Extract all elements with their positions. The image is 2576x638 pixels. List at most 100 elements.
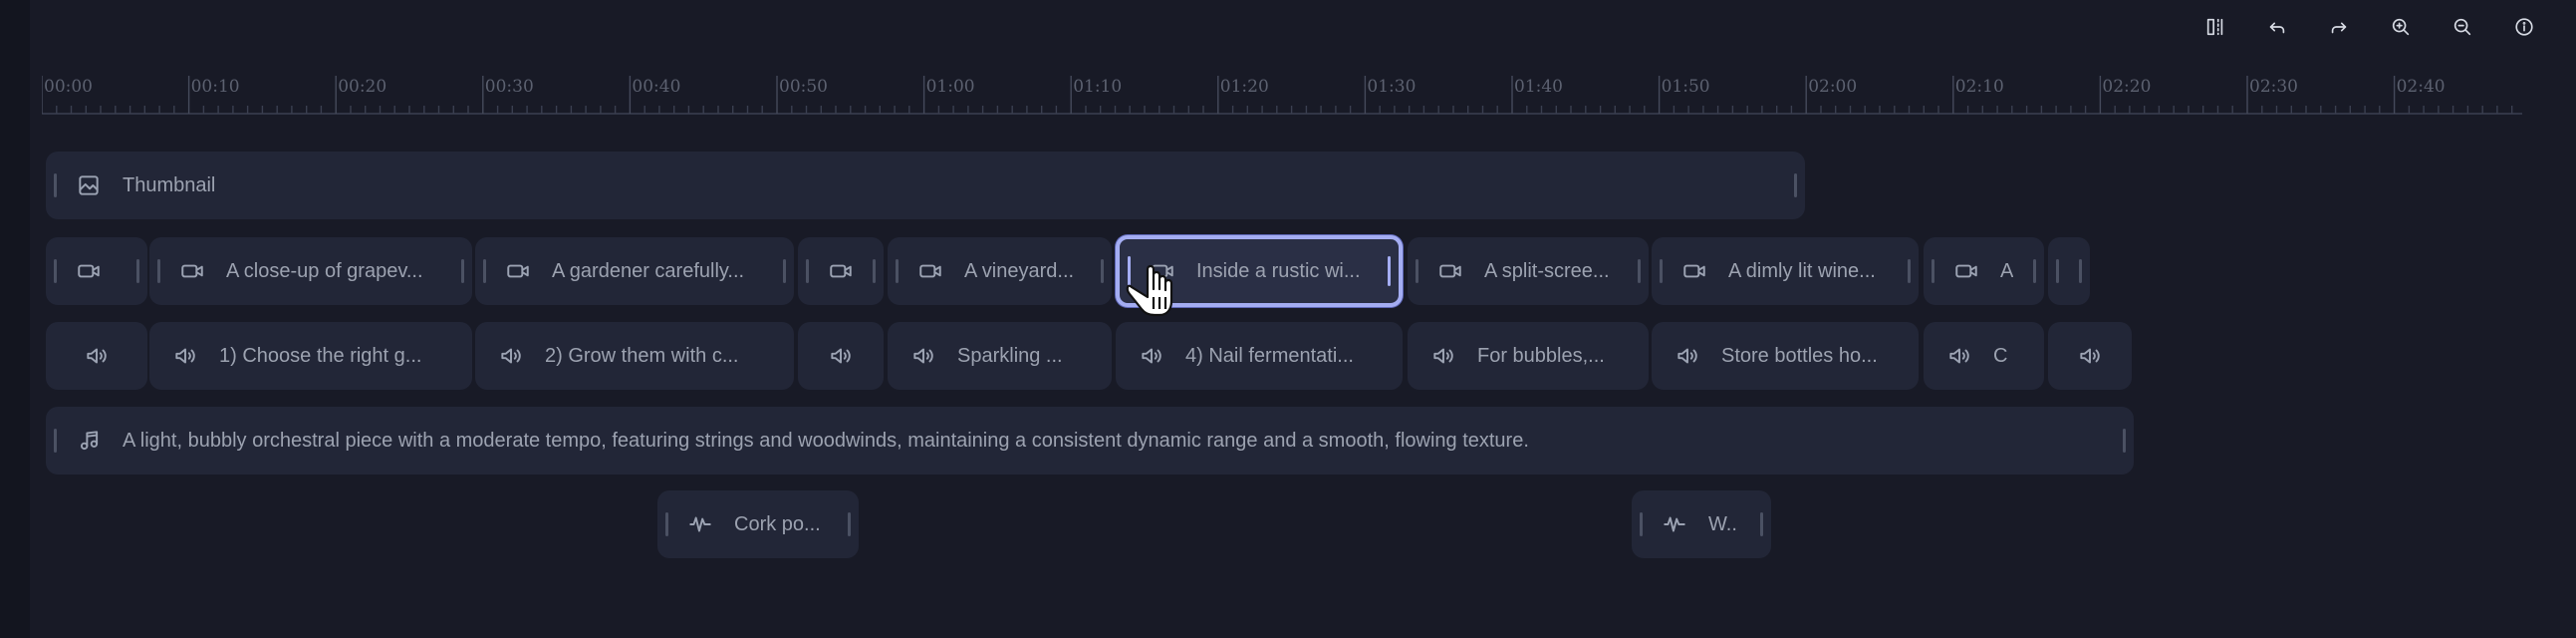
info-icon [2515,18,2533,36]
waveform-icon [686,510,714,538]
clip-handle-left[interactable] [54,429,57,453]
video-camera-icon [1680,257,1708,285]
ruler-tick-label: 00:00 [44,77,93,97]
video-camera-icon [504,257,532,285]
music-label: A light, bubbly orchestral piece with a … [123,429,1529,452]
video-clip[interactable]: A [1924,237,2044,305]
clip-handle-left[interactable] [1128,256,1131,286]
clip-handle-right[interactable] [1388,256,1391,286]
clip-label: A split-scree... [1484,259,1610,282]
clip-label: A vineyard... [964,259,1075,282]
speaker-icon [83,342,111,370]
video-clip[interactable]: A vineyard... [888,237,1112,305]
time-ruler[interactable]: 00:00 00:10 00:20 00:30 00:40 00:50 01:00 01:10… [42,72,2522,120]
speaker-icon [1945,342,1973,370]
clip-label: Inside a rustic wi... [1196,259,1361,282]
sfx-clip[interactable]: Cork po... [657,490,859,558]
clip-handle-left[interactable] [483,259,486,283]
speaker-icon [1429,342,1457,370]
clip-handle-right[interactable] [1908,259,1911,283]
clip-label: 1) Choose the right g... [219,344,422,367]
clip-handle-right[interactable] [461,259,464,283]
ruler-tick-label: 01:50 [1661,77,1710,97]
clip-label: A [2000,259,2014,282]
voiceover-clip[interactable] [2048,322,2132,390]
ruler-tick-label: 00:10 [190,77,240,97]
clip-label: W.. [1708,512,1737,535]
speaker-icon [171,342,199,370]
clip-handle-left[interactable] [896,259,899,283]
voiceover-clip[interactable] [798,322,884,390]
clip-handle-right[interactable] [2079,259,2082,283]
clip-handle-right[interactable] [1101,259,1104,283]
waveform-icon [1661,510,1688,538]
clip-handle-left[interactable] [157,259,160,283]
clip-handle-left[interactable] [1932,259,1934,283]
undo-button[interactable] [2259,10,2295,44]
split-icon [2206,18,2223,36]
clip-handle-right[interactable] [783,259,786,283]
voiceover-clip[interactable]: Store bottles ho... [1652,322,1919,390]
thumbnail-clip[interactable]: Thumbnail [46,152,1805,219]
clip-handle-left[interactable] [665,512,668,536]
clip-handle-left[interactable] [2056,259,2059,283]
split-view-button[interactable] [2197,10,2233,44]
voiceover-clip[interactable]: Sparkling ... [888,322,1112,390]
video-camera-icon [1952,257,1980,285]
speaker-icon [1138,342,1165,370]
clip-handle-right[interactable] [873,259,876,283]
speaker-icon [1674,342,1701,370]
clip-handle-left[interactable] [1640,512,1643,536]
clip-handle-right[interactable] [848,512,851,536]
voiceover-clip[interactable]: 1) Choose the right g... [149,322,472,390]
voiceover-clip[interactable]: 4) Nail fermentati... [1116,322,1403,390]
clip-handle-right[interactable] [1760,512,1763,536]
undo-icon [2269,22,2285,34]
clip-handle-right[interactable] [2033,259,2036,283]
voiceover-clip[interactable] [46,322,147,390]
zoom-out-button[interactable] [2445,10,2480,44]
clip-handle-right[interactable] [136,259,139,283]
video-clip[interactable] [2048,237,2090,305]
speaker-icon [909,342,937,370]
music-clip[interactable]: A light, bubbly orchestral piece with a … [46,407,2134,475]
clip-label: A close-up of grapev... [226,259,423,282]
video-clip[interactable]: A split-scree... [1408,237,1649,305]
timeline-toolbar [2197,10,2542,44]
voiceover-clip[interactable]: 2) Grow them with c... [475,322,794,390]
video-clip[interactable]: A dimly lit wine... [1652,237,1919,305]
clip-handle-left[interactable] [1416,259,1418,283]
voiceover-clip[interactable]: C [1924,322,2044,390]
clip-label: 4) Nail fermentati... [1185,344,1354,367]
clip-label: 2) Grow them with c... [545,344,739,367]
music-note-icon [75,427,103,455]
speaker-icon [827,342,855,370]
voiceover-clip[interactable]: For bubbles,... [1408,322,1649,390]
video-clip-selected[interactable]: Inside a rustic wi... [1116,235,1403,307]
redo-icon [2331,22,2347,34]
ruler-tick-label: 00:40 [632,77,681,97]
ruler-tick-label: 01:10 [1073,77,1123,97]
video-clip[interactable]: A gardener carefully... [475,237,794,305]
clip-label: Store bottles ho... [1721,344,1878,367]
clip-label: A dimly lit wine... [1728,259,1876,282]
clip-handle-left[interactable] [1660,259,1663,283]
video-camera-icon [75,257,103,285]
redo-button[interactable] [2321,10,2357,44]
video-clip[interactable]: A close-up of grapev... [149,237,472,305]
clip-handle-right[interactable] [1794,173,1797,197]
video-clip[interactable] [46,237,147,305]
clip-handle-left[interactable] [54,259,57,283]
zoom-in-button[interactable] [2383,10,2419,44]
video-clip[interactable] [798,237,884,305]
info-button[interactable] [2506,10,2542,44]
ruler-tick-label: 01:40 [1514,77,1563,97]
clip-label: For bubbles,... [1477,344,1605,367]
clip-handle-right[interactable] [2123,429,2126,453]
clip-handle-left[interactable] [54,173,57,197]
clip-handle-right[interactable] [1638,259,1641,283]
ruler-tick-label: 00:20 [338,77,387,97]
sfx-clip[interactable]: W.. [1632,490,1771,558]
ruler-tick-label: 02:10 [1954,77,2004,97]
clip-handle-left[interactable] [806,259,809,283]
